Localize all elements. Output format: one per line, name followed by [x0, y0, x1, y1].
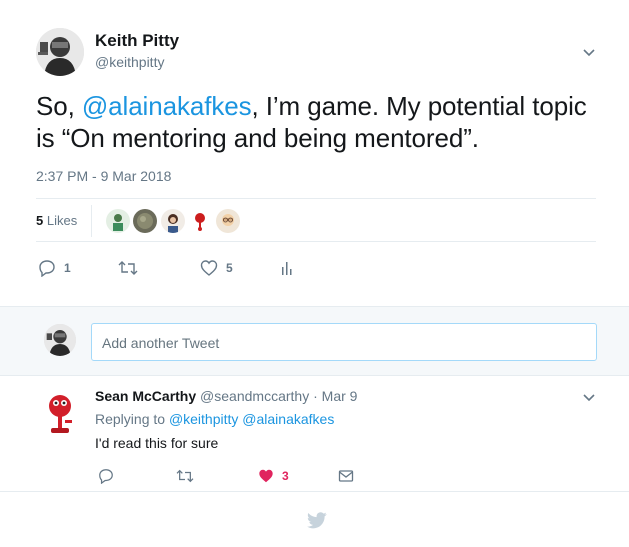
reply-author-avatar[interactable] [45, 392, 75, 440]
likes-row: 5 Likes [36, 198, 596, 242]
reply-tweet: Sean McCarthy @seandmccarthy · Mar 9 Rep… [0, 376, 629, 492]
reply-text: I'd read this for sure [95, 435, 219, 451]
envelope-icon [338, 468, 354, 484]
likes-label: Likes [46, 213, 78, 228]
retweet-icon [176, 468, 194, 484]
liker-avatar[interactable] [216, 209, 240, 233]
liker-avatar[interactable] [106, 209, 130, 233]
heart-icon [200, 259, 218, 277]
liker-avatar[interactable] [188, 209, 212, 233]
likes-summary[interactable]: 5 Likes [36, 213, 77, 228]
reply-retweet-button[interactable] [176, 466, 194, 486]
reply-icon [38, 259, 56, 277]
reply-header: Sean McCarthy @seandmccarthy · Mar 9 [95, 388, 357, 404]
retweet-icon [118, 259, 138, 277]
analytics-button[interactable] [280, 258, 294, 278]
reply-author-handle[interactable]: @seandmccarthy [200, 388, 309, 404]
separator: · [313, 388, 318, 404]
retweet-button[interactable] [118, 258, 138, 278]
mention-link[interactable]: @alainakafkes [82, 91, 252, 121]
reply-more-options-chevron-down-icon[interactable] [581, 389, 597, 405]
reply-count: 1 [64, 261, 71, 275]
liker-avatar[interactable] [133, 209, 157, 233]
footer [0, 492, 629, 547]
tweet-text-before: So, [36, 91, 82, 121]
twitter-bird-icon [307, 512, 327, 529]
replying-to-mentions[interactable]: @keithpitty @alainakafkes [169, 411, 334, 427]
current-user-avatar [44, 324, 76, 356]
reply-actions: 3 [98, 466, 398, 486]
timestamp[interactable]: 2:37 PM - 9 Mar 2018 [36, 168, 171, 184]
liker-avatar[interactable] [161, 209, 185, 233]
replying-to-label: Replying to [95, 411, 166, 427]
reply-reply-button[interactable] [98, 466, 114, 486]
analytics-icon [280, 259, 294, 277]
add-tweet-input[interactable]: Add another Tweet [91, 323, 597, 361]
divider [91, 205, 92, 237]
reply-dm-button[interactable] [338, 466, 354, 486]
main-tweet: Keith Pitty @keithpitty So, @alainakafke… [0, 0, 629, 306]
reply-icon [98, 468, 114, 484]
like-button[interactable]: 5 [200, 258, 233, 278]
author-handle[interactable]: @keithpitty [95, 54, 164, 70]
reply-like-button[interactable]: 3 [258, 466, 289, 486]
reply-button[interactable]: 1 [38, 258, 71, 278]
like-count: 5 [226, 261, 233, 275]
likes-count: 5 [36, 213, 44, 228]
heart-filled-icon [258, 468, 274, 484]
author-avatar[interactable] [36, 28, 84, 76]
reply-author-name[interactable]: Sean McCarthy [95, 388, 196, 404]
reply-date[interactable]: Mar 9 [322, 388, 358, 404]
compose-reply-area: Add another Tweet [0, 306, 629, 376]
replying-to: Replying to @keithpitty @alainakafkes [95, 411, 334, 427]
tweet-actions: 1 5 [36, 258, 436, 278]
author-name[interactable]: Keith Pitty [95, 31, 179, 51]
reply-like-count: 3 [282, 469, 289, 483]
more-options-chevron-down-icon[interactable] [581, 44, 597, 60]
tweet-text: So, @alainakafkes, I’m game. My potentia… [36, 90, 606, 154]
